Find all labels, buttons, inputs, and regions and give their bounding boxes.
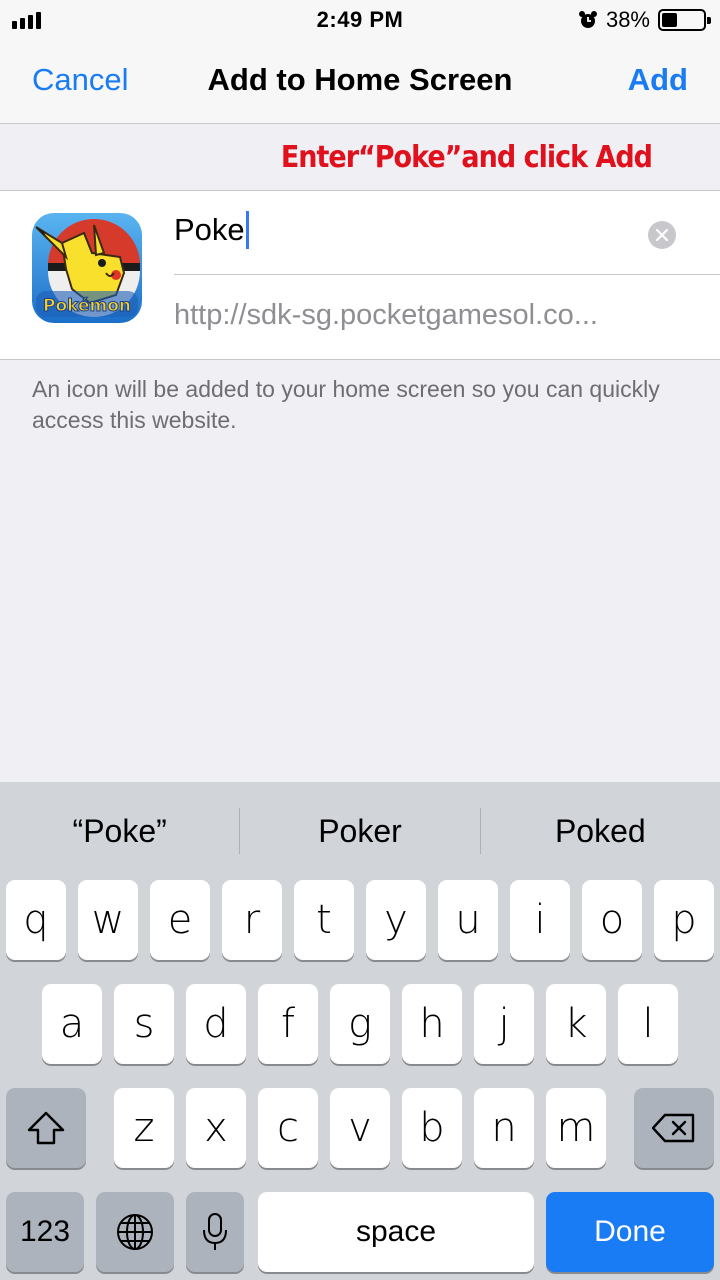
prediction-3[interactable]: Poked xyxy=(481,782,720,880)
text-cursor xyxy=(245,211,249,249)
close-icon xyxy=(656,229,668,241)
backspace-icon xyxy=(651,1113,695,1143)
key-t[interactable]: t xyxy=(294,880,354,960)
add-button[interactable]: Add xyxy=(628,62,688,98)
bookmark-form: Pokémon Poke http://sdk-sg.pocketgamesol… xyxy=(0,190,720,360)
prediction-2[interactable]: Poker xyxy=(240,782,479,880)
space-key[interactable]: space xyxy=(258,1192,534,1272)
key-h[interactable]: h xyxy=(402,984,462,1064)
shift-key[interactable] xyxy=(6,1088,86,1168)
website-url: http://sdk-sg.pocketgamesol.co... xyxy=(174,299,598,331)
key-y[interactable]: y xyxy=(366,880,426,960)
prediction-1[interactable]: “Poke” xyxy=(0,782,239,880)
key-a[interactable]: a xyxy=(42,984,102,1064)
key-i[interactable]: i xyxy=(510,880,570,960)
key-d[interactable]: d xyxy=(186,984,246,1064)
delete-key[interactable] xyxy=(634,1088,714,1168)
key-x[interactable]: x xyxy=(186,1088,246,1168)
key-w[interactable]: w xyxy=(78,880,138,960)
app-icon: Pokémon xyxy=(32,213,142,323)
battery-icon xyxy=(658,9,711,31)
key-o[interactable]: o xyxy=(582,880,642,960)
key-g[interactable]: g xyxy=(330,984,390,1064)
globe-icon xyxy=(117,1214,153,1250)
name-input[interactable]: Poke xyxy=(174,211,249,249)
navigation-bar: Cancel Add to Home Screen Add xyxy=(0,40,720,124)
key-r[interactable]: r xyxy=(222,880,282,960)
key-f[interactable]: f xyxy=(258,984,318,1064)
footnote-text: An icon will be added to your home scree… xyxy=(32,376,660,433)
key-z[interactable]: z xyxy=(114,1088,174,1168)
key-p[interactable]: p xyxy=(654,880,714,960)
shift-arrow-icon xyxy=(27,1111,65,1145)
key-k[interactable]: k xyxy=(546,984,606,1064)
clear-text-button[interactable] xyxy=(648,221,676,249)
numbers-key[interactable]: 123 xyxy=(6,1192,84,1272)
key-e[interactable]: e xyxy=(150,880,210,960)
key-j[interactable]: j xyxy=(474,984,534,1064)
battery-percent: 38% xyxy=(605,7,650,32)
alarm-clock-icon xyxy=(578,11,597,28)
dictation-key[interactable] xyxy=(186,1192,244,1272)
instruction-annotation: Enter“Poke”and click Add xyxy=(280,140,653,175)
svg-text:Pokémon: Pokémon xyxy=(43,296,131,316)
key-m[interactable]: m xyxy=(546,1088,606,1168)
key-v[interactable]: v xyxy=(330,1088,390,1168)
done-key[interactable]: Done xyxy=(546,1192,714,1272)
microphone-icon xyxy=(203,1213,227,1250)
cancel-button[interactable]: Cancel xyxy=(32,62,129,98)
status-bar: 2:49 PM 38% xyxy=(0,0,720,40)
globe-key[interactable] xyxy=(96,1192,174,1272)
key-s[interactable]: s xyxy=(114,984,174,1064)
key-u[interactable]: u xyxy=(438,880,498,960)
keyboard: “Poke” Poker Poked qwertyuiop asdfghjkl zx… xyxy=(0,782,720,1280)
name-field-row: Poke xyxy=(174,191,720,275)
name-input-value: Poke xyxy=(174,212,245,247)
key-c[interactable]: c xyxy=(258,1088,318,1168)
key-l[interactable]: l xyxy=(618,984,678,1064)
predictive-bar: “Poke” Poker Poked xyxy=(0,782,720,880)
key-q[interactable]: q xyxy=(6,880,66,960)
key-b[interactable]: b xyxy=(402,1088,462,1168)
key-n[interactable]: n xyxy=(474,1088,534,1168)
